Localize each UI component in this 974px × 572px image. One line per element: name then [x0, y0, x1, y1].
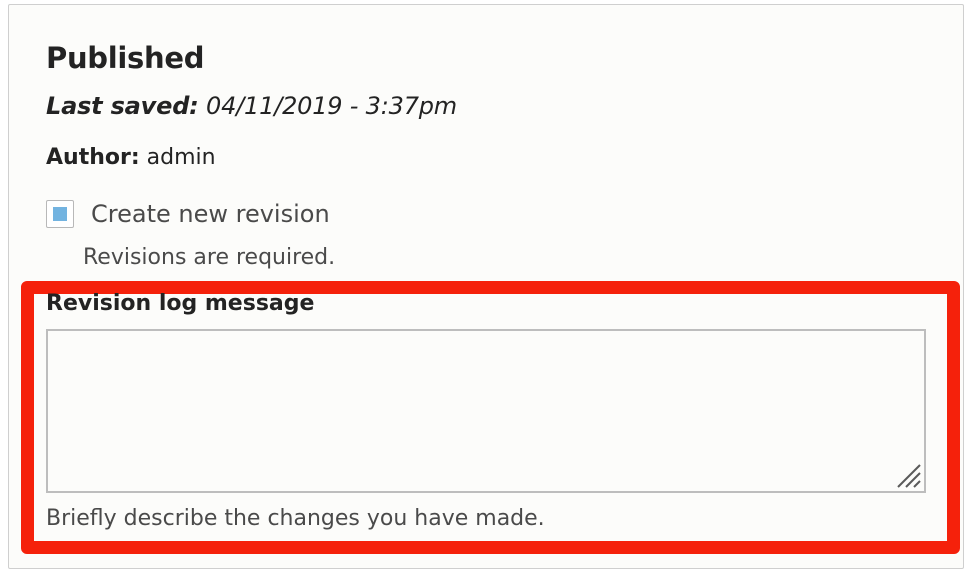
author-label: Author: — [46, 145, 140, 170]
last-saved-label: Last saved: — [46, 92, 199, 120]
revision-log-textarea[interactable] — [46, 329, 926, 493]
create-revision-description: Revisions are required. — [83, 245, 336, 270]
create-revision-row: Create new revision — [46, 198, 330, 230]
create-revision-label[interactable]: Create new revision — [91, 200, 330, 228]
author: Author: admin — [46, 145, 216, 170]
last-saved: Last saved: 04/11/2019 - 3:37pm — [46, 92, 457, 120]
author-value: admin — [146, 145, 216, 170]
checkbox-checked-mark — [53, 207, 67, 221]
revision-log-label: Revision log message — [46, 291, 315, 316]
create-revision-checkbox[interactable] — [46, 200, 74, 228]
resize-grip-icon[interactable] — [896, 463, 922, 489]
publish-status: Published — [46, 41, 205, 75]
revision-log-description: Briefly describe the changes you have ma… — [46, 506, 545, 531]
last-saved-value: 04/11/2019 - 3:37pm — [206, 92, 457, 120]
